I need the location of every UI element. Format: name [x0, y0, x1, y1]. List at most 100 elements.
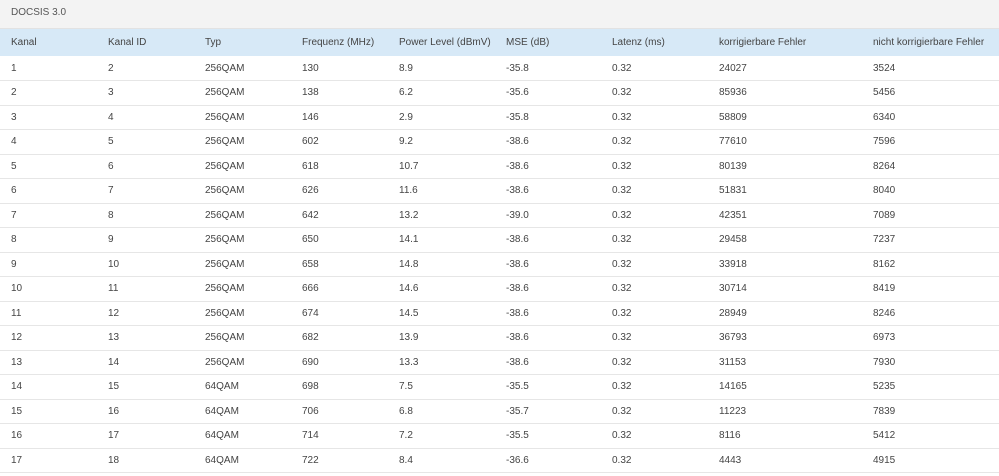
- cell-korrigierbare-fehler: 4443: [719, 454, 742, 466]
- cell-typ: 256QAM: [205, 185, 245, 197]
- cell-kanal-id: 13: [108, 332, 120, 344]
- cell-power-level: 13.3: [399, 356, 419, 368]
- cell-latenz: 0.32: [612, 234, 632, 246]
- cell-latenz: 0.32: [612, 430, 632, 442]
- cell-kanal: 7: [11, 209, 17, 221]
- docsis-panel: DOCSIS 3.0 Kanal Kanal ID Typ Frequenz (MHz…: [0, 0, 999, 476]
- cell-frequenz: 714: [302, 430, 319, 442]
- cell-power-level: 10.7: [399, 160, 419, 172]
- cell-typ: 256QAM: [205, 283, 245, 295]
- cell-typ: 256QAM: [205, 87, 245, 99]
- cell-typ: 256QAM: [205, 234, 245, 246]
- cell-kanal: 3: [11, 111, 17, 123]
- cell-nicht-korrigierbare-fehler: 7089: [873, 209, 896, 221]
- column-header-power-level: Power Level (dBmV): [399, 37, 491, 48]
- cell-korrigierbare-fehler: 77610: [719, 136, 747, 148]
- cell-korrigierbare-fehler: 24027: [719, 62, 747, 74]
- cell-kanal: 4: [11, 136, 17, 148]
- cell-nicht-korrigierbare-fehler: 7839: [873, 405, 896, 417]
- cell-kanal: 16: [11, 430, 23, 442]
- cell-typ: 256QAM: [205, 356, 245, 368]
- table-row: 11 12 256QAM 674 14.5 -38.6 0.32 28949 8246: [0, 301, 999, 326]
- cell-latenz: 0.32: [612, 283, 632, 295]
- cell-mse: -38.6: [506, 258, 529, 270]
- table-row: 12 13 256QAM 682 13.9 -38.6 0.32 36793 6973: [0, 326, 999, 350]
- column-header-latenz: Latenz (ms): [612, 37, 665, 48]
- cell-korrigierbare-fehler: 80139: [719, 160, 747, 172]
- cell-mse: -38.6: [506, 332, 529, 344]
- cell-latenz: 0.32: [612, 381, 632, 393]
- cell-korrigierbare-fehler: 8116: [719, 430, 741, 442]
- cell-kanal: 10: [11, 283, 23, 295]
- table-row: 8 9 256QAM 650 14.1 -38.6 0.32 29458 7237: [0, 228, 999, 252]
- cell-korrigierbare-fehler: 30714: [719, 283, 747, 295]
- cell-korrigierbare-fehler: 36793: [719, 332, 747, 344]
- table-header: Kanal Kanal ID Typ Frequenz (MHz) Power Leve…: [0, 29, 999, 56]
- cell-nicht-korrigierbare-fehler: 3524: [873, 62, 896, 74]
- table-row: 10 11 256QAM 666 14.6 -38.6 0.32 30714 8419: [0, 277, 999, 301]
- cell-power-level: 14.5: [399, 307, 419, 319]
- cell-frequenz: 658: [302, 258, 319, 270]
- cell-power-level: 8.9: [399, 62, 413, 74]
- cell-power-level: 6.8: [399, 405, 413, 417]
- cell-kanal-id: 5: [108, 136, 114, 148]
- cell-kanal-id: 10: [108, 258, 120, 270]
- column-header-frequenz: Frequenz (MHz): [302, 37, 375, 48]
- cell-kanal: 5: [11, 160, 17, 172]
- cell-kanal: 14: [11, 381, 23, 393]
- cell-kanal-id: 9: [108, 234, 114, 246]
- cell-nicht-korrigierbare-fehler: 7930: [873, 356, 896, 368]
- cell-nicht-korrigierbare-fehler: 5235: [873, 381, 896, 393]
- table-row: 4 5 256QAM 602 9.2 -38.6 0.32 77610 7596: [0, 130, 999, 154]
- cell-power-level: 13.9: [399, 332, 419, 344]
- cell-korrigierbare-fehler: 51831: [719, 185, 747, 197]
- cell-mse: -35.8: [506, 111, 529, 123]
- cell-kanal: 6: [11, 185, 17, 197]
- cell-latenz: 0.32: [612, 307, 632, 319]
- cell-latenz: 0.32: [612, 136, 632, 148]
- cell-kanal-id: 4: [108, 111, 114, 123]
- cell-kanal-id: 17: [108, 430, 120, 442]
- cell-mse: -36.6: [506, 454, 529, 466]
- cell-kanal-id: 15: [108, 381, 120, 393]
- cell-korrigierbare-fehler: 42351: [719, 209, 747, 221]
- cell-latenz: 0.32: [612, 160, 632, 172]
- column-header-typ: Typ: [205, 37, 222, 48]
- cell-nicht-korrigierbare-fehler: 8246: [873, 307, 896, 319]
- cell-typ: 256QAM: [205, 307, 245, 319]
- cell-power-level: 11.6: [399, 185, 418, 197]
- cell-typ: 256QAM: [205, 62, 245, 74]
- cell-mse: -35.7: [506, 405, 529, 417]
- cell-frequenz: 706: [302, 405, 319, 417]
- cell-kanal: 9: [11, 258, 17, 270]
- cell-kanal: 17: [11, 454, 23, 466]
- cell-power-level: 13.2: [399, 209, 419, 221]
- cell-korrigierbare-fehler: 33918: [719, 258, 747, 270]
- cell-nicht-korrigierbare-fehler: 5456: [873, 87, 896, 99]
- cell-mse: -38.6: [506, 234, 529, 246]
- cell-frequenz: 618: [302, 160, 319, 172]
- cell-power-level: 7.2: [399, 430, 413, 442]
- cell-kanal: 11: [11, 307, 22, 319]
- cell-frequenz: 146: [302, 111, 319, 123]
- downstream-channel-table: Kanal Kanal ID Typ Frequenz (MHz) Power Leve…: [0, 29, 999, 473]
- cell-nicht-korrigierbare-fehler: 6340: [873, 111, 896, 123]
- cell-korrigierbare-fehler: 28949: [719, 307, 747, 319]
- table-row: 7 8 256QAM 642 13.2 -39.0 0.32 42351 7089: [0, 203, 999, 228]
- cell-typ: 256QAM: [205, 332, 245, 344]
- cell-nicht-korrigierbare-fehler: 8040: [873, 185, 896, 197]
- cell-kanal-id: 14: [108, 356, 120, 368]
- cell-typ: 256QAM: [205, 209, 245, 221]
- cell-power-level: 14.1: [399, 234, 419, 246]
- table-row: 2 3 256QAM 138 6.2 -35.6 0.32 85936 5456: [0, 81, 999, 105]
- cell-mse: -39.0: [506, 209, 529, 221]
- table-row: 16 17 64QAM 714 7.2 -35.5 0.32 8116 5412: [0, 424, 999, 448]
- cell-frequenz: 650: [302, 234, 319, 246]
- cell-kanal-id: 8: [108, 209, 114, 221]
- cell-kanal-id: 3: [108, 87, 114, 99]
- cell-frequenz: 722: [302, 454, 319, 466]
- cell-typ: 64QAM: [205, 454, 239, 466]
- table-row: 5 6 256QAM 618 10.7 -38.6 0.32 80139 8264: [0, 154, 999, 179]
- table-row: 14 15 64QAM 698 7.5 -35.5 0.32 14165 5235: [0, 375, 999, 399]
- table-row: 1 2 256QAM 130 8.9 -35.8 0.32 24027 3524: [0, 56, 999, 81]
